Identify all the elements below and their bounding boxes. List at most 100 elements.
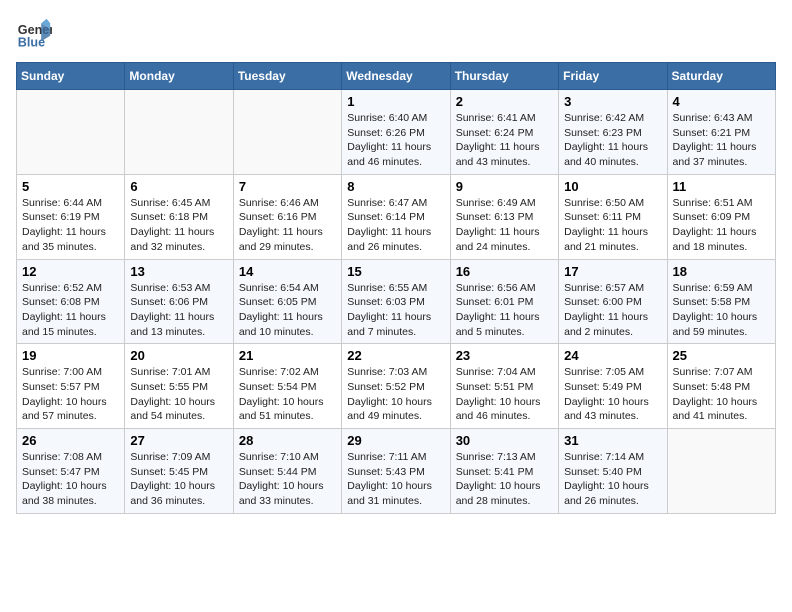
calendar-cell: 31 Sunrise: 7:14 AM Sunset: 5:40 PM Dayli… [559,429,667,514]
day-info: Sunrise: 6:52 AM Sunset: 6:08 PM Dayligh… [22,281,119,340]
day-info: Sunrise: 7:03 AM Sunset: 5:52 PM Dayligh… [347,365,444,424]
calendar-cell [233,90,341,175]
calendar-cell: 2 Sunrise: 6:41 AM Sunset: 6:24 PM Daylig… [450,90,558,175]
day-number: 16 [456,264,553,279]
day-number: 28 [239,433,336,448]
day-info: Sunrise: 6:57 AM Sunset: 6:00 PM Dayligh… [564,281,661,340]
day-number: 11 [673,179,770,194]
header-row: SundayMondayTuesdayWednesdayThursdayFrid… [17,63,776,90]
calendar-cell [667,429,775,514]
day-number: 9 [456,179,553,194]
column-header-sunday: Sunday [17,63,125,90]
calendar-cell [17,90,125,175]
day-info: Sunrise: 6:44 AM Sunset: 6:19 PM Dayligh… [22,196,119,255]
week-row-2: 5 Sunrise: 6:44 AM Sunset: 6:19 PM Daylig… [17,174,776,259]
day-info: Sunrise: 7:09 AM Sunset: 5:45 PM Dayligh… [130,450,227,509]
calendar-cell: 19 Sunrise: 7:00 AM Sunset: 5:57 PM Dayli… [17,344,125,429]
calendar-cell: 11 Sunrise: 6:51 AM Sunset: 6:09 PM Dayli… [667,174,775,259]
day-number: 30 [456,433,553,448]
calendar-cell: 6Sunrise: 6:45 AM Sunset: 6:18 PM Daylig… [125,174,233,259]
calendar-cell [125,90,233,175]
day-number: 8 [347,179,444,194]
day-info: Sunrise: 7:08 AM Sunset: 5:47 PM Dayligh… [22,450,119,509]
day-number: 5 [22,179,119,194]
day-info: Sunrise: 7:11 AM Sunset: 5:43 PM Dayligh… [347,450,444,509]
day-info: Sunrise: 6:47 AM Sunset: 6:14 PM Dayligh… [347,196,444,255]
logo: General Blue [16,16,52,52]
day-number: 31 [564,433,661,448]
day-number: 10 [564,179,661,194]
day-info: Sunrise: 7:05 AM Sunset: 5:49 PM Dayligh… [564,365,661,424]
day-info: Sunrise: 6:59 AM Sunset: 5:58 PM Dayligh… [673,281,770,340]
day-info: Sunrise: 6:54 AM Sunset: 6:05 PM Dayligh… [239,281,336,340]
calendar-cell: 23 Sunrise: 7:04 AM Sunset: 5:51 PM Dayli… [450,344,558,429]
calendar-cell: 7 Sunrise: 6:46 AM Sunset: 6:16 PM Daylig… [233,174,341,259]
day-number: 4 [673,94,770,109]
day-info: Sunrise: 7:00 AM Sunset: 5:57 PM Dayligh… [22,365,119,424]
column-header-friday: Friday [559,63,667,90]
calendar-cell: 13Sunrise: 6:53 AM Sunset: 6:06 PM Dayli… [125,259,233,344]
column-header-tuesday: Tuesday [233,63,341,90]
day-number: 20 [130,348,227,363]
column-header-saturday: Saturday [667,63,775,90]
day-info: Sunrise: 7:04 AM Sunset: 5:51 PM Dayligh… [456,365,553,424]
day-number: 7 [239,179,336,194]
calendar-cell: 10 Sunrise: 6:50 AM Sunset: 6:11 PM Dayli… [559,174,667,259]
day-info: Sunrise: 7:14 AM Sunset: 5:40 PM Dayligh… [564,450,661,509]
day-number: 12 [22,264,119,279]
day-info: Sunrise: 7:02 AM Sunset: 5:54 PM Dayligh… [239,365,336,424]
day-info: Sunrise: 6:46 AM Sunset: 6:16 PM Dayligh… [239,196,336,255]
day-info: Sunrise: 7:01 AM Sunset: 5:55 PM Dayligh… [130,365,227,424]
day-info: Sunrise: 6:53 AM Sunset: 6:06 PM Dayligh… [130,281,227,340]
calendar-cell: 5 Sunrise: 6:44 AM Sunset: 6:19 PM Daylig… [17,174,125,259]
day-info: Sunrise: 6:50 AM Sunset: 6:11 PM Dayligh… [564,196,661,255]
day-number: 18 [673,264,770,279]
calendar-cell: 14 Sunrise: 6:54 AM Sunset: 6:05 PM Dayli… [233,259,341,344]
day-number: 17 [564,264,661,279]
day-number: 23 [456,348,553,363]
calendar-cell: 15Sunrise: 6:55 AM Sunset: 6:03 PM Dayli… [342,259,450,344]
day-number: 22 [347,348,444,363]
calendar-cell: 4Sunrise: 6:43 AM Sunset: 6:21 PM Daylig… [667,90,775,175]
day-info: Sunrise: 6:56 AM Sunset: 6:01 PM Dayligh… [456,281,553,340]
day-info: Sunrise: 6:41 AM Sunset: 6:24 PM Dayligh… [456,111,553,170]
day-info: Sunrise: 7:07 AM Sunset: 5:48 PM Dayligh… [673,365,770,424]
calendar-cell: 17 Sunrise: 6:57 AM Sunset: 6:00 PM Dayli… [559,259,667,344]
week-row-1: 1 Sunrise: 6:40 AM Sunset: 6:26 PM Daylig… [17,90,776,175]
day-number: 24 [564,348,661,363]
day-info: Sunrise: 6:40 AM Sunset: 6:26 PM Dayligh… [347,111,444,170]
calendar-table: SundayMondayTuesdayWednesdayThursdayFrid… [16,62,776,514]
calendar-cell: 25Sunrise: 7:07 AM Sunset: 5:48 PM Dayli… [667,344,775,429]
day-number: 29 [347,433,444,448]
week-row-4: 19 Sunrise: 7:00 AM Sunset: 5:57 PM Dayli… [17,344,776,429]
column-header-thursday: Thursday [450,63,558,90]
day-number: 19 [22,348,119,363]
day-number: 21 [239,348,336,363]
page-header: General Blue [16,16,776,52]
day-info: Sunrise: 6:49 AM Sunset: 6:13 PM Dayligh… [456,196,553,255]
calendar-cell: 24 Sunrise: 7:05 AM Sunset: 5:49 PM Dayli… [559,344,667,429]
svg-text:Blue: Blue [18,36,45,50]
day-number: 6 [130,179,227,194]
day-number: 15 [347,264,444,279]
calendar-cell: 29 Sunrise: 7:11 AM Sunset: 5:43 PM Dayli… [342,429,450,514]
calendar-cell: 27 Sunrise: 7:09 AM Sunset: 5:45 PM Dayli… [125,429,233,514]
day-info: Sunrise: 7:13 AM Sunset: 5:41 PM Dayligh… [456,450,553,509]
calendar-cell: 3Sunrise: 6:42 AM Sunset: 6:23 PM Daylig… [559,90,667,175]
day-number: 14 [239,264,336,279]
logo-icon: General Blue [16,16,52,52]
calendar-cell: 26Sunrise: 7:08 AM Sunset: 5:47 PM Dayli… [17,429,125,514]
day-number: 3 [564,94,661,109]
day-number: 1 [347,94,444,109]
calendar-cell: 18 Sunrise: 6:59 AM Sunset: 5:58 PM Dayli… [667,259,775,344]
week-row-5: 26Sunrise: 7:08 AM Sunset: 5:47 PM Dayli… [17,429,776,514]
calendar-cell: 1 Sunrise: 6:40 AM Sunset: 6:26 PM Daylig… [342,90,450,175]
day-number: 2 [456,94,553,109]
calendar-cell: 21 Sunrise: 7:02 AM Sunset: 5:54 PM Dayli… [233,344,341,429]
day-info: Sunrise: 6:51 AM Sunset: 6:09 PM Dayligh… [673,196,770,255]
column-header-wednesday: Wednesday [342,63,450,90]
column-header-monday: Monday [125,63,233,90]
calendar-cell: 16 Sunrise: 6:56 AM Sunset: 6:01 PM Dayli… [450,259,558,344]
day-info: Sunrise: 7:10 AM Sunset: 5:44 PM Dayligh… [239,450,336,509]
day-number: 27 [130,433,227,448]
